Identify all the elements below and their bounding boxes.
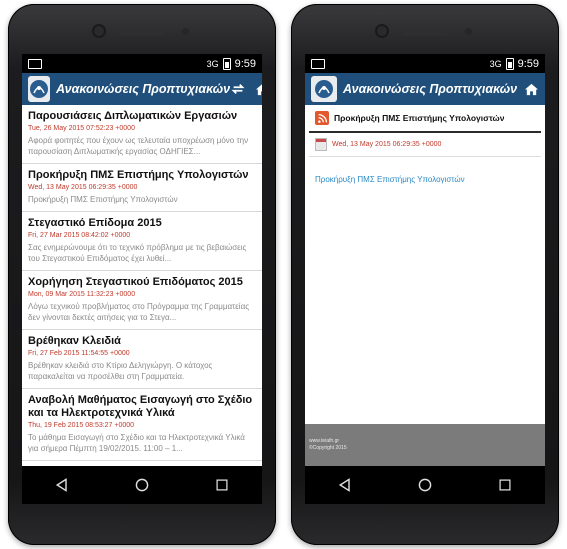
network-indicator: 3G [206,58,219,69]
home-nav-icon[interactable] [405,470,445,500]
home-icon[interactable] [523,81,539,97]
detail-header: Προκήρυξη ΠΜΣ Επιστήμης Υπολογιστών [309,105,541,133]
sensor [182,28,189,35]
detail-body-link[interactable]: Προκήρυξη ΠΜΣ Επιστήμης Υπολογιστών [305,157,545,202]
item-date: Wed, 13 May 2015 06:29:35 +0000 [28,184,138,191]
footer-site: www.teiath.gr [309,438,340,444]
app-logo [311,76,337,102]
detail-date: Wed, 13 May 2015 06:29:35 +0000 [332,141,442,148]
recents-icon[interactable] [202,470,242,500]
battery-icon [222,57,231,70]
list-item[interactable]: Αναβολή Μαθήματος Εισαγωγή στο Σχέδιο κα… [22,389,262,461]
camera [94,26,104,36]
announcement-detail: Προκήρυξη ΠΜΣ Επιστήμης Υπολογιστών Wed,… [305,105,545,466]
list-item[interactable]: Παρουσιάσεις Διπλωματικών Εργασιών Tue, … [22,105,262,164]
status-bar: 3G 9:59 [305,54,545,73]
back-icon[interactable] [325,470,365,500]
screen-list: 3G 9:59 Ανακοινώσεις Προπτυχιακών Παρουσ [22,54,262,504]
app-bar: Ανακοινώσεις Προπτυχιακών [22,73,262,105]
nav-bar [22,466,262,504]
item-desc: Το μάθημα Εισαγωγή στο Σχέδιο και τα Ηλε… [28,433,245,453]
item-date: Mon, 09 Mar 2015 11:32:23 +0000 [28,291,136,298]
rss-icon [315,111,329,125]
phone-right: 3G 9:59 Ανακοινώσεις Προπτυχιακών Προκήρ [291,4,559,545]
item-title: Χορήγηση Στεγαστικού Επιδόματος 2015 [28,276,243,288]
speaker [402,30,448,36]
item-date: Fri, 27 Mar 2015 08:42:02 +0000 [28,232,131,239]
item-desc: Βρέθηκαν κλειδιά στο Κτίριο Δεληγιώργη. … [28,361,213,381]
list-item[interactable]: Χορήγηση Στεγαστικού Επιδόματος 2015 Mon… [22,271,262,330]
item-date: Fri, 27 Feb 2015 11:54:55 +0000 [28,350,130,357]
speaker [119,30,165,36]
item-title: Στεγαστικό Επίδομα 2015 [28,217,162,229]
app-bar: Ανακοινώσεις Προπτυχιακών [305,73,545,105]
list-item[interactable]: Βρέθηκαν Κλειδιά Fri, 27 Feb 2015 11:54:… [22,330,262,389]
item-desc: Αφορά φοιτητές που έχουν ως τελευταία υπ… [28,136,249,156]
screen-detail: 3G 9:59 Ανακοινώσεις Προπτυχιακών Προκήρ [305,54,545,504]
footer-copyright: ©Copyright 2015 [309,445,347,451]
list-item[interactable]: Προκήρυξη ΠΜΣ Επιστήμης Υπολογιστών Wed,… [22,164,262,212]
item-desc: Σας ενημερώνουμε ότι το τεχνικό πρόβλημα… [28,243,247,263]
detail-footer: www.teiath.gr ©Copyright 2015 [305,424,545,466]
back-icon[interactable] [42,470,82,500]
announcement-list: Παρουσιάσεις Διπλωματικών Εργασιών Tue, … [22,105,262,466]
nav-bar [305,466,545,504]
item-desc: Προκήρυξη ΠΜΣ Επιστήμης Υπολογιστών [28,195,178,204]
detail-title: Προκήρυξη ΠΜΣ Επιστήμης Υπολογιστών [334,113,505,123]
list-item[interactable]: Στεγαστικό Επίδομα 2015 Fri, 27 Mar 2015… [22,212,262,271]
home-icon[interactable] [254,81,262,97]
notification-icon [311,58,325,69]
item-title: Προκήρυξη ΠΜΣ Επιστήμης Υπολογιστών [28,169,249,181]
calendar-icon [315,138,327,151]
item-date: Tue, 26 May 2015 07:52:23 +0000 [28,125,135,132]
status-bar: 3G 9:59 [22,54,262,73]
item-title: Αναβολή Μαθήματος Εισαγωγή στο Σχέδιο κα… [28,394,253,419]
home-nav-icon[interactable] [122,470,162,500]
camera [377,26,387,36]
item-title: Βρέθηκαν Κλειδιά [28,335,121,347]
battery-icon [505,57,514,70]
network-indicator: 3G [489,58,502,69]
recents-icon[interactable] [485,470,525,500]
item-date: Thu, 19 Feb 2015 08:53:27 +0000 [28,422,135,429]
status-time: 9:59 [517,57,539,70]
item-title: Παρουσιάσεις Διπλωματικών Εργασιών [28,110,238,122]
sensor [465,28,472,35]
detail-date-row: Wed, 13 May 2015 06:29:35 +0000 [309,133,541,157]
app-logo [28,76,50,102]
app-title: Ανακοινώσεις Προπτυχιακών [343,82,518,96]
app-title: Ανακοινώσεις Προπτυχιακών [56,82,231,96]
notification-icon [28,58,42,69]
phone-left: 3G 9:59 Ανακοινώσεις Προπτυχιακών Παρουσ [8,4,276,545]
item-desc: Λόγω τεχνικού προβλήματος στο Πρόγραμμα … [28,302,250,322]
refresh-icon[interactable] [230,81,246,97]
status-time: 9:59 [234,57,256,70]
